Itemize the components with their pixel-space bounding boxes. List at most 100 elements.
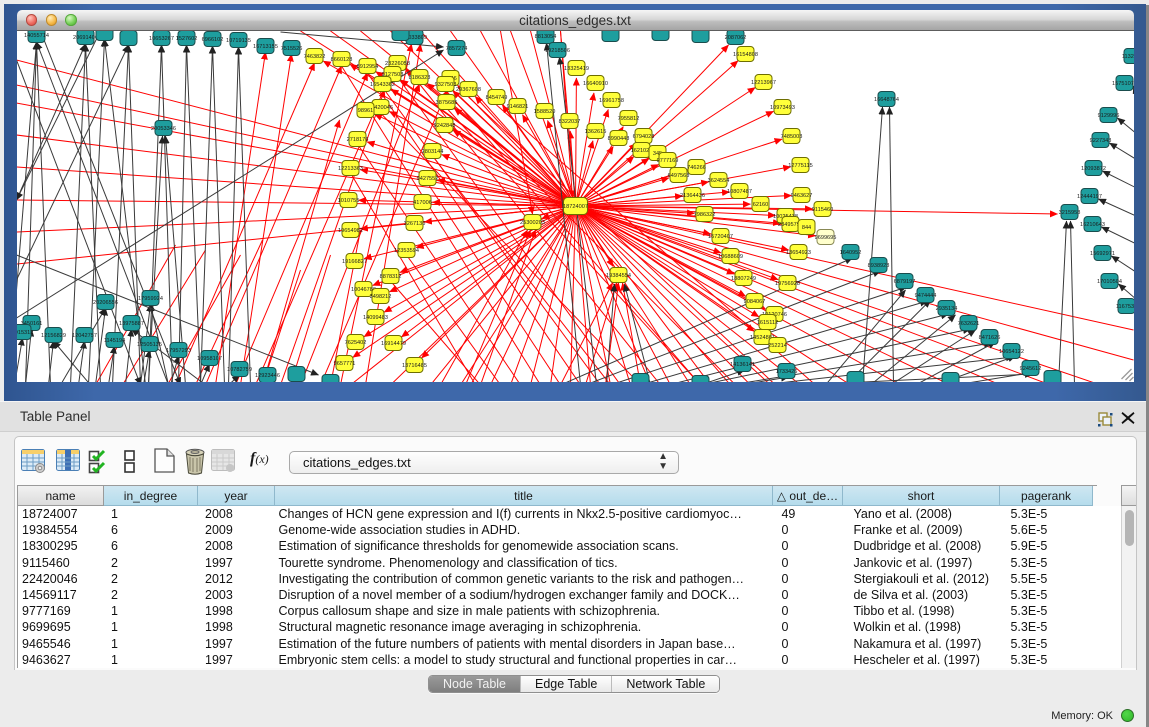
svg-text:21364436: 21364436	[680, 193, 705, 199]
svg-text:1588520: 1588520	[533, 109, 555, 115]
svg-text:2803144: 2803144	[421, 149, 443, 155]
svg-text:8878312: 8878312	[379, 274, 401, 280]
svg-text:8813054: 8813054	[534, 34, 556, 40]
svg-text:9227343: 9227343	[1089, 138, 1111, 144]
svg-text:16543362: 16543362	[370, 82, 395, 88]
svg-text:12923446: 12923446	[255, 373, 280, 379]
svg-text:7515526: 7515526	[280, 46, 302, 52]
svg-text:8990448: 8990448	[607, 136, 629, 142]
svg-text:6794028: 6794028	[632, 134, 654, 140]
svg-text:7625402: 7625402	[344, 340, 366, 346]
svg-text:13654923: 13654923	[786, 250, 811, 256]
svg-text:7485003: 7485003	[780, 134, 802, 140]
svg-text:98961: 98961	[357, 108, 373, 114]
svg-text:9427552: 9427552	[416, 176, 438, 182]
svg-text:9327503: 9327503	[434, 82, 456, 88]
svg-text:8938923: 8938923	[867, 263, 889, 269]
svg-text:7632621: 7632621	[957, 321, 979, 327]
svg-text:8322037: 8322037	[558, 119, 580, 125]
svg-text:1167534: 1167534	[1115, 304, 1133, 310]
svg-text:10973493: 10973493	[770, 105, 795, 111]
svg-text:12042757: 12042757	[72, 333, 97, 339]
svg-text:6497568: 6497568	[667, 173, 689, 179]
svg-text:12093872: 12093872	[1081, 166, 1106, 172]
svg-text:3875685: 3875685	[435, 100, 457, 106]
svg-text:252214: 252214	[768, 343, 787, 349]
svg-text:9657771: 9657771	[333, 361, 355, 367]
svg-text:2087062: 2087062	[724, 35, 746, 41]
svg-text:7986322: 7986322	[693, 212, 715, 218]
svg-text:3498212: 3498212	[369, 294, 391, 300]
svg-text:9463627: 9463627	[790, 193, 812, 199]
svg-text:15692971: 15692971	[1090, 251, 1115, 257]
svg-text:10719135: 10719135	[226, 38, 251, 44]
svg-text:844: 844	[801, 225, 810, 231]
svg-text:16961758: 16961758	[599, 98, 624, 104]
svg-text:9084067: 9084067	[743, 299, 765, 305]
svg-text:10653267: 10653267	[149, 36, 174, 42]
svg-text:25300203: 25300203	[520, 220, 545, 226]
svg-text:14055714: 14055714	[24, 33, 49, 39]
svg-text:2935134: 2935134	[935, 306, 957, 312]
svg-text:7955812: 7955812	[617, 116, 639, 122]
svg-text:16154808: 16154808	[733, 52, 758, 58]
svg-text:13975887: 13975887	[119, 321, 144, 327]
svg-text:12353594: 12353594	[394, 248, 419, 254]
svg-text:2718176: 2718176	[346, 137, 368, 143]
svg-text:7857274: 7857274	[445, 46, 467, 52]
svg-text:10688609: 10688609	[718, 254, 743, 260]
svg-text:19218506: 19218506	[545, 48, 570, 54]
svg-text:9115460: 9115460	[811, 207, 832, 213]
svg-text:3624554: 3624554	[707, 178, 729, 184]
svg-text:13325419: 13325419	[564, 66, 589, 72]
svg-text:3215958: 3215958	[1058, 210, 1080, 216]
svg-text:1132549: 1132549	[1121, 54, 1133, 60]
svg-text:16210643: 16210643	[1080, 222, 1105, 228]
svg-text:417006: 417006	[413, 200, 432, 206]
svg-text:12156829: 12156829	[41, 333, 66, 339]
svg-text:1010755: 1010755	[337, 198, 359, 204]
svg-text:8660128: 8660128	[330, 57, 352, 63]
svg-text:3915312: 3915312	[17, 330, 33, 336]
svg-text:9146821: 9146821	[506, 104, 528, 110]
svg-text:20691406: 20691406	[73, 35, 98, 41]
svg-text:19654982: 19654982	[338, 228, 363, 234]
svg-text:1527602: 1527602	[175, 36, 197, 42]
svg-text:12505135: 12505135	[137, 342, 162, 348]
svg-text:6966102: 6966102	[201, 37, 223, 43]
svg-text:9245612: 9245612	[1019, 366, 1041, 372]
svg-text:9129996: 9129996	[1097, 113, 1119, 119]
svg-text:15751074: 15751074	[1112, 81, 1134, 87]
svg-text:8912954: 8912954	[356, 64, 378, 70]
svg-text:1640952: 1640952	[839, 250, 861, 256]
svg-text:9777169: 9777169	[656, 158, 678, 164]
svg-text:18724007: 18724007	[563, 204, 588, 210]
svg-text:10654122: 10654122	[999, 349, 1024, 355]
svg-text:12775115: 12775115	[788, 163, 812, 169]
svg-text:8186323: 8186323	[408, 75, 430, 81]
svg-text:9242848: 9242848	[433, 123, 455, 129]
svg-text:12213967: 12213967	[751, 80, 776, 86]
svg-text:8454749: 8454749	[485, 95, 507, 101]
svg-text:1145194: 1145194	[103, 338, 124, 344]
svg-text:3267130: 3267130	[403, 221, 425, 227]
svg-text:8471626: 8471626	[978, 335, 1000, 341]
svg-text:10807487: 10807487	[727, 189, 752, 195]
svg-text:14136141: 14136141	[730, 362, 755, 368]
svg-text:1733426: 1733426	[775, 369, 797, 375]
svg-text:19166827: 19166827	[342, 259, 367, 265]
svg-text:12444197: 12444197	[1077, 194, 1102, 200]
svg-text:12213363: 12213363	[338, 166, 363, 172]
svg-text:10782759: 10782759	[227, 367, 252, 373]
svg-text:15720407: 15720407	[708, 234, 733, 240]
svg-text:6879197: 6879197	[893, 279, 915, 285]
svg-text:62160: 62160	[752, 202, 768, 208]
svg-text:1362615: 1362615	[584, 129, 606, 135]
svg-text:17959924: 17959924	[138, 296, 163, 302]
svg-text:17957293: 17957293	[166, 348, 191, 354]
svg-text:13716485: 13716485	[402, 363, 427, 369]
svg-text:14099483: 14099483	[363, 315, 388, 321]
svg-text:19384554: 19384554	[606, 273, 631, 279]
svg-text:9474444: 9474444	[914, 293, 936, 299]
svg-text:16648764: 16648764	[874, 97, 899, 103]
